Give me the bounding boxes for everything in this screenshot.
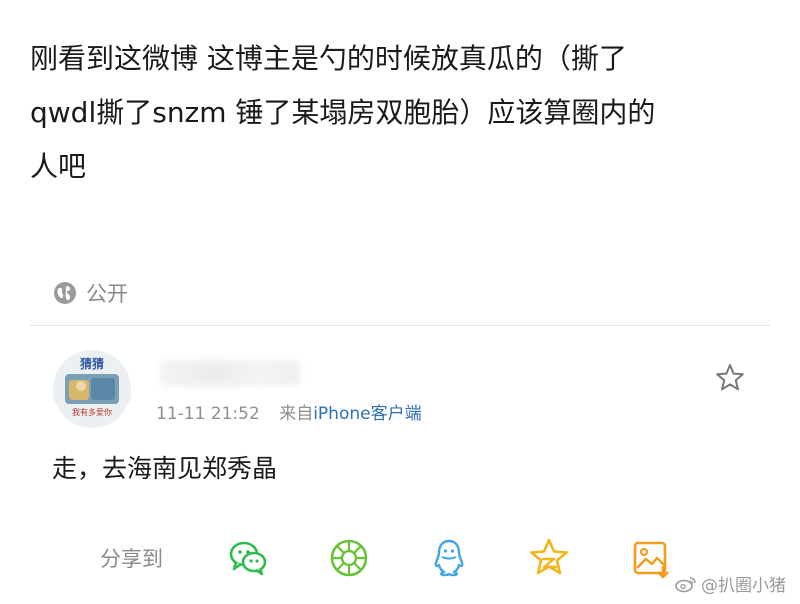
comment-meta: 11-11 21:52 来自iPhone客户端 [156, 399, 422, 424]
qq-icon[interactable] [427, 536, 471, 580]
globe-icon [54, 282, 76, 304]
album-icon[interactable] [629, 536, 673, 580]
weibo-logo-icon [675, 576, 696, 592]
avatar-label-top: 猜猜 [79, 356, 104, 371]
avatar-label-bottom: 我有多爱你 [72, 407, 112, 417]
visibility-indicator: 公开 [52, 278, 128, 308]
moments-icon[interactable] [327, 536, 371, 580]
avatar[interactable]: 猜猜 我有多爱你 [53, 350, 131, 428]
post-line-1: 刚看到这微博 这博主是勺的时候放真瓜的（撕了 [30, 42, 627, 75]
visibility-label: 公开 [86, 282, 128, 306]
avatar-image: 猜猜 我有多爱你 [53, 350, 131, 428]
comment-time: 11-11 21:52 [156, 404, 260, 424]
wechat-icon[interactable] [226, 536, 270, 580]
divider [30, 325, 770, 326]
post-text: 刚看到这微博 这博主是勺的时候放真瓜的（撕了 qwdl撕了snzm 锤了某塌房双… [30, 32, 775, 194]
source-link[interactable]: iPhone客户端 [313, 404, 421, 424]
comment-text: 走，去海南见郑秀晶 [52, 454, 278, 483]
share-label: 分享到 [100, 547, 163, 571]
blurred-username [160, 360, 300, 386]
share-row: 分享到 [100, 536, 226, 580]
qzone-icon[interactable] [527, 536, 571, 580]
post-line-3: 人吧 [30, 150, 87, 183]
source-prefix: 来自 [279, 404, 314, 424]
star-icon[interactable] [714, 362, 746, 394]
post-line-2: qwdl撕了snzm 锤了某塌房双胞胎）应该算圈内的 [30, 96, 656, 129]
watermark: @扒圈小猪 [675, 571, 786, 596]
watermark-text: @扒圈小猪 [701, 576, 786, 596]
